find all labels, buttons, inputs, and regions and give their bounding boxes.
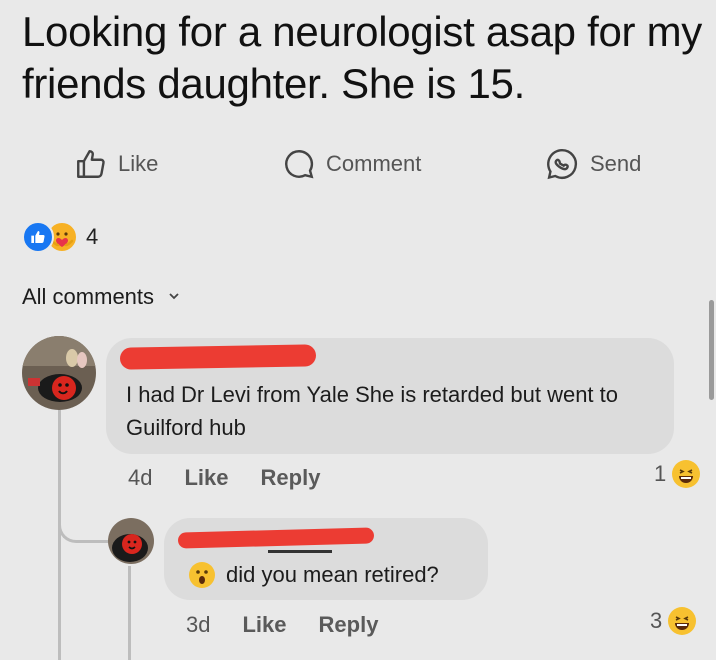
thumbs-up-outline-icon <box>74 147 108 181</box>
reply-reaction-summary[interactable]: 3 <box>650 607 697 635</box>
reply-reaction-count: 3 <box>650 608 663 633</box>
comment-action-button[interactable]: Comment <box>282 140 421 188</box>
comment-like-button[interactable]: Like <box>184 465 228 491</box>
laughing-emoji-icon <box>668 607 697 635</box>
comments-filter-dropdown[interactable]: All comments <box>22 284 180 310</box>
comment-reaction-count: 1 <box>654 461 667 486</box>
comment-time: 4d <box>128 465 153 490</box>
reply-content: did you mean retired? <box>188 558 439 591</box>
avatar[interactable] <box>22 336 96 410</box>
send-action-label: Send <box>590 151 642 176</box>
reply-text: did you mean retired? <box>226 562 439 587</box>
comments-filter-label: All comments <box>22 284 155 309</box>
post-text: Looking for a neurologist asap for my fr… <box>22 8 702 107</box>
avatar[interactable] <box>108 518 154 564</box>
send-action-button[interactable]: Send <box>544 140 641 188</box>
comment-meta: 4d Like Reply <box>128 465 352 491</box>
reply-like-button[interactable]: Like <box>242 612 286 638</box>
surprised-face-emoji-icon <box>188 561 216 589</box>
reactions-summary[interactable]: 4 <box>22 221 99 253</box>
author-name-redacted <box>119 344 317 370</box>
thread-connector <box>58 500 109 543</box>
laughing-emoji-icon <box>672 460 701 488</box>
comment-text: I had Dr Levi from Yale She is retarded … <box>126 382 619 440</box>
reply-thread-line <box>128 566 131 660</box>
post-action-bar: Like Comment Send <box>0 140 716 188</box>
like-action-button[interactable]: Like <box>74 140 158 188</box>
reply-meta: 3d Like Reply <box>186 612 410 638</box>
like-reaction-icon <box>22 221 54 253</box>
chevron-down-icon <box>168 289 180 305</box>
reaction-count: 4 <box>86 224 99 249</box>
comment-reaction-summary[interactable]: 1 <box>654 460 701 488</box>
comment-action-label: Comment <box>326 151 422 176</box>
messenger-icon <box>544 146 580 182</box>
like-action-label: Like <box>118 151 159 176</box>
comment-bubble-icon <box>282 147 316 181</box>
reply-time: 3d <box>186 612 211 637</box>
redaction-underline <box>268 544 332 553</box>
scrollbar[interactable] <box>709 300 714 400</box>
reply-reply-button[interactable]: Reply <box>319 612 379 638</box>
comment-reply-button[interactable]: Reply <box>261 465 321 491</box>
